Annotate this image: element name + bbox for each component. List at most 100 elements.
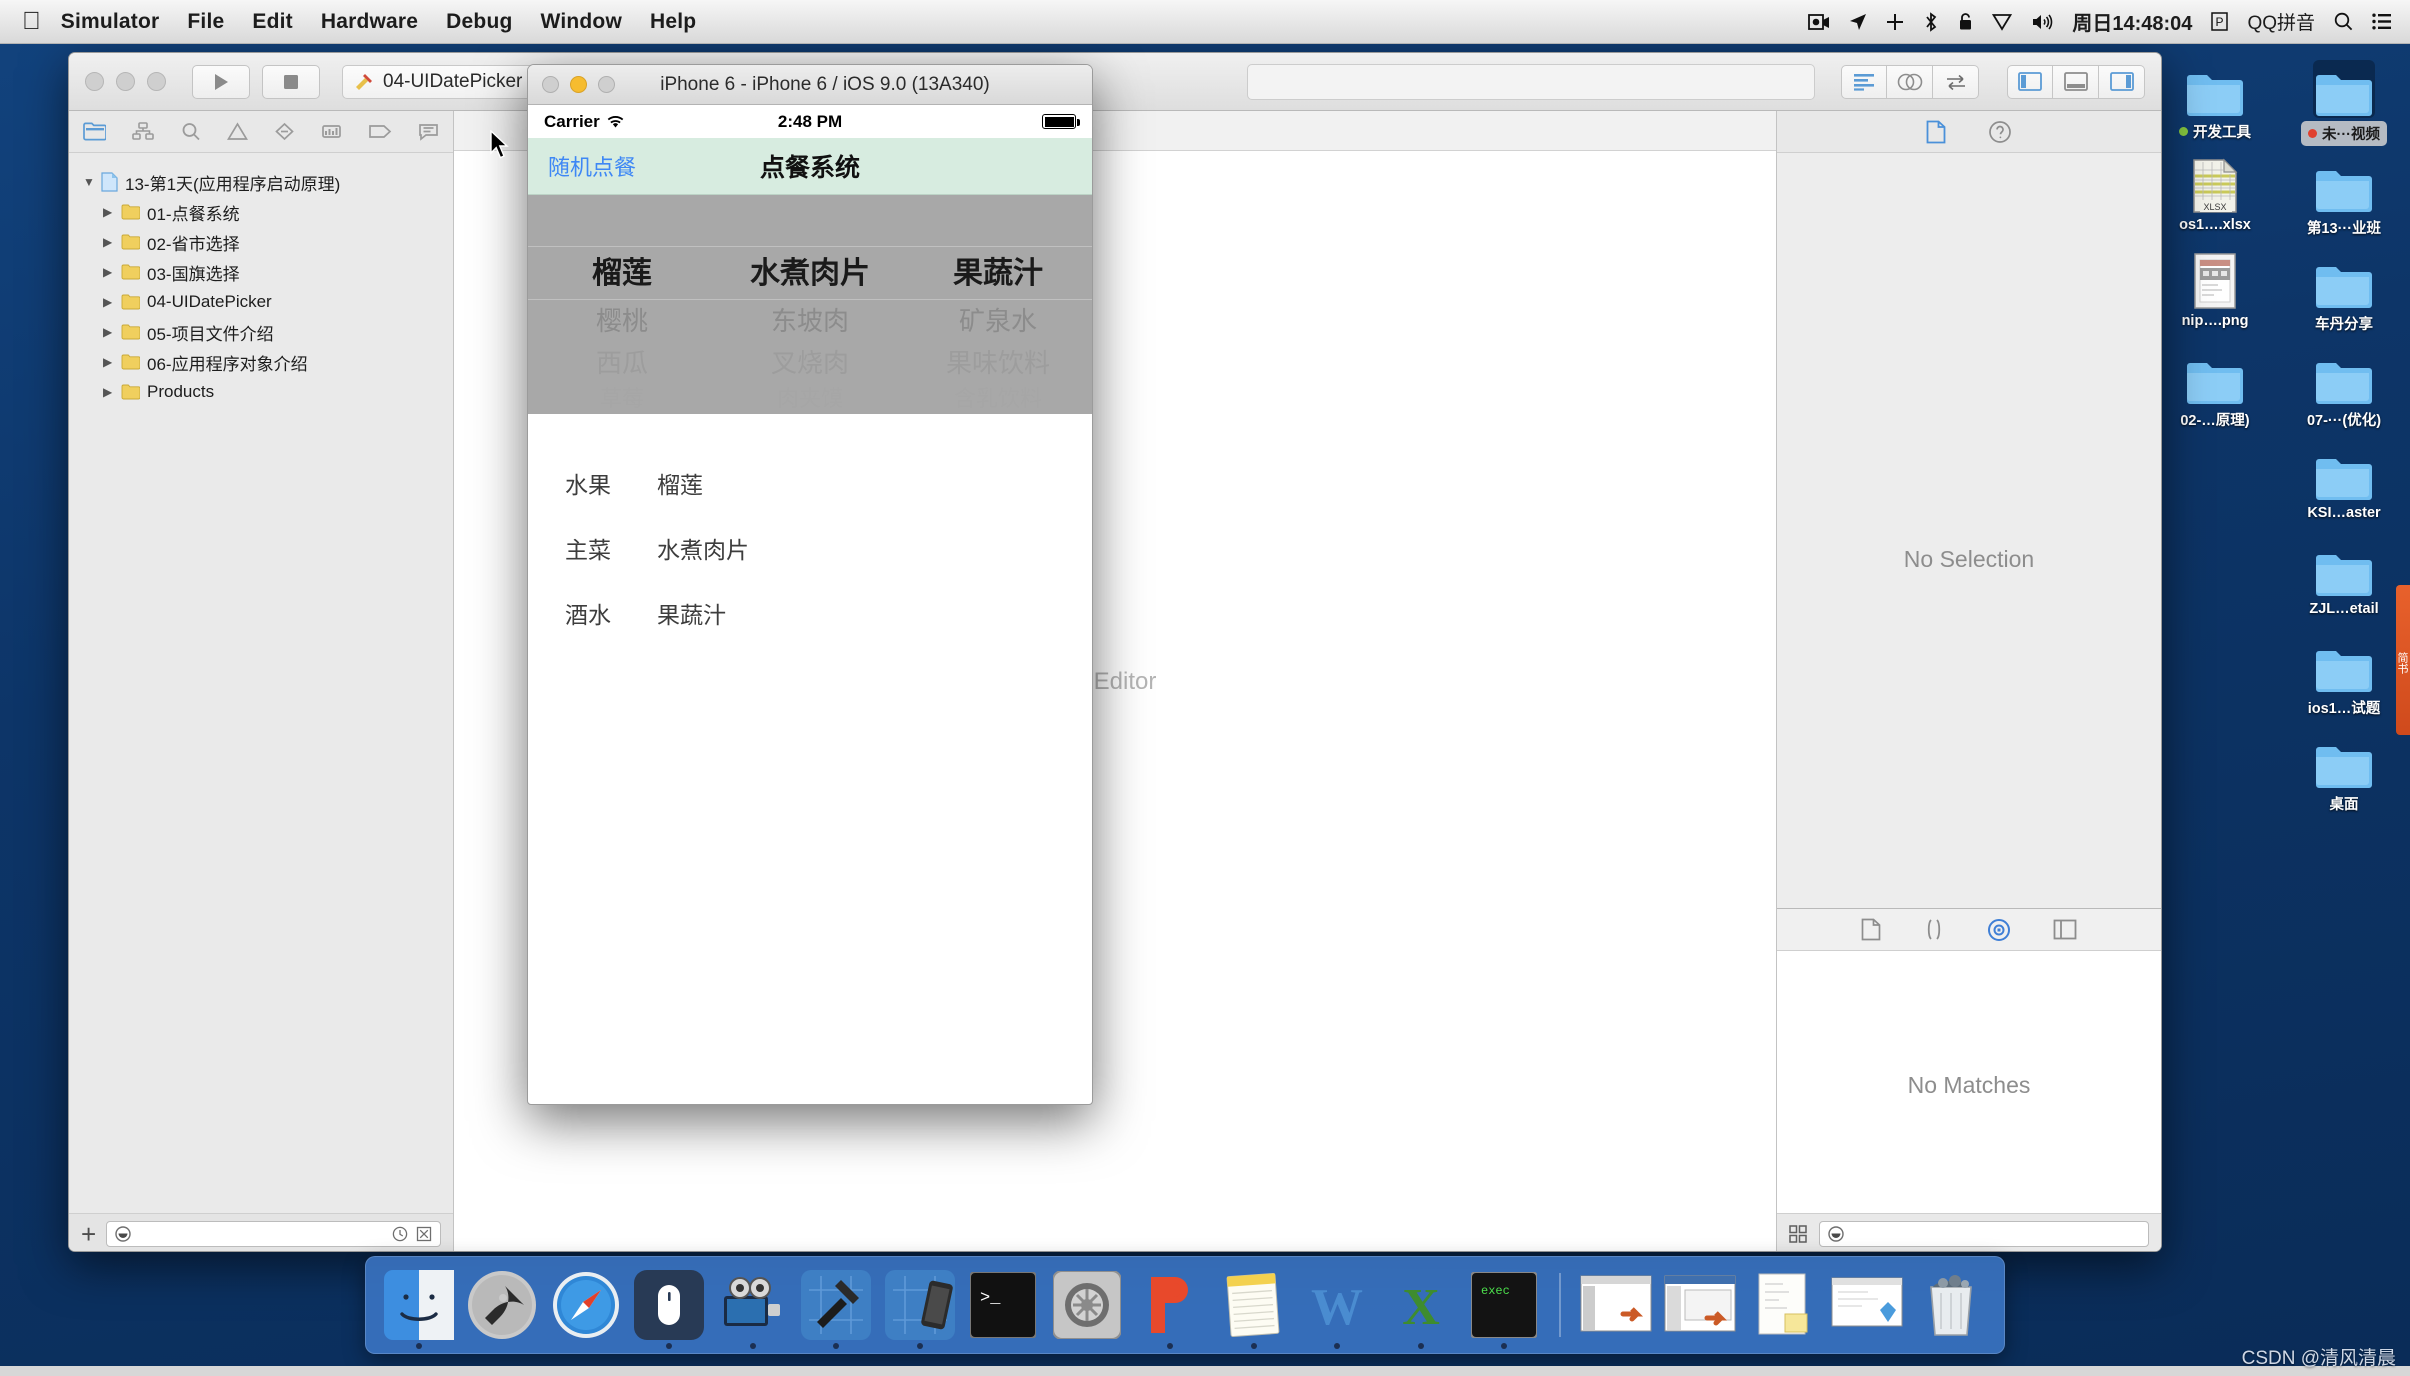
menu-item-file[interactable]: File xyxy=(187,10,224,34)
code-snippet-library-icon[interactable] xyxy=(1923,918,1945,941)
dock-item-quicktime[interactable] xyxy=(716,1266,790,1349)
file-inspector-icon[interactable] xyxy=(1926,120,1946,144)
dock-minimized-window[interactable] xyxy=(1663,1266,1737,1344)
dock-item-mouse-app[interactable] xyxy=(633,1266,707,1349)
tree-item-row[interactable]: ▶ 02-省市选择 xyxy=(69,227,453,257)
disclosure-triangle-icon[interactable]: ▶ xyxy=(103,235,119,249)
dock-item-simulator[interactable] xyxy=(883,1266,957,1349)
stop-button[interactable] xyxy=(262,64,320,99)
menu-item-debug[interactable]: Debug xyxy=(446,10,512,34)
dock-item-terminal[interactable]: >_ xyxy=(967,1266,1041,1344)
dock-item-xcode[interactable] xyxy=(800,1266,874,1349)
media-library-icon[interactable] xyxy=(2053,919,2077,940)
tree-item-row[interactable]: ▶ 01-点餐系统 xyxy=(69,197,453,227)
issue-navigator-icon[interactable] xyxy=(226,122,248,141)
source-control-filter-icon[interactable] xyxy=(416,1226,432,1242)
desktop-icon[interactable]: 第13···业班 xyxy=(2285,148,2403,244)
inspector-tab-bar[interactable] xyxy=(1777,111,2161,153)
run-button[interactable] xyxy=(192,64,250,99)
dock-minimized-window[interactable] xyxy=(1747,1266,1821,1344)
desktop-icon[interactable]: 02-…原理) xyxy=(2156,340,2274,436)
tree-item-row[interactable]: ▶ 05-项目文件介绍 xyxy=(69,317,453,347)
desktop-icon[interactable]: nip….png xyxy=(2156,244,2274,340)
dock-item-exec[interactable]: exec xyxy=(1468,1266,1542,1349)
tree-item-row[interactable]: ▶ 04-UIDatePicker xyxy=(69,287,453,317)
dock-item-trash[interactable] xyxy=(1914,1266,1988,1344)
window-traffic-lights[interactable] xyxy=(85,72,166,91)
menu-item-help[interactable]: Help xyxy=(650,10,696,34)
dock-minimized-window[interactable] xyxy=(1830,1266,1904,1344)
side-tab-widget[interactable]: 简书 xyxy=(2396,585,2410,735)
vpn-shield-icon[interactable] xyxy=(1992,13,2013,31)
search-icon[interactable] xyxy=(2334,12,2353,31)
dock-item-launchpad[interactable] xyxy=(466,1266,540,1344)
editor-mode-group[interactable] xyxy=(1841,64,1979,99)
simulator-minimize-button[interactable] xyxy=(570,76,587,93)
debug-navigator-icon[interactable] xyxy=(321,122,342,141)
bluetooth-icon[interactable] xyxy=(1923,11,1939,32)
standard-editor-button[interactable] xyxy=(1841,64,1887,99)
apple-logo-icon[interactable]:  xyxy=(22,9,41,34)
project-navigator-icon[interactable] xyxy=(83,122,106,141)
ime-badge-icon[interactable]: P xyxy=(2211,12,2229,31)
quick-help-icon[interactable] xyxy=(1988,120,2012,144)
library-filter-field[interactable] xyxy=(1819,1220,2149,1247)
tree-item-row[interactable]: ▶ 06-应用程序对象介绍 xyxy=(69,347,453,377)
volume-icon[interactable] xyxy=(2031,13,2053,31)
tree-item-row[interactable]: ▶ Products xyxy=(69,377,453,407)
location-icon[interactable] xyxy=(1849,13,1867,31)
grid-icon[interactable] xyxy=(1789,1224,1807,1243)
breakpoint-navigator-icon[interactable] xyxy=(368,122,392,141)
object-library-icon[interactable] xyxy=(1987,918,2011,942)
simulator-zoom-button[interactable] xyxy=(598,76,615,93)
dock-item-excel[interactable]: X xyxy=(1384,1266,1458,1349)
report-navigator-icon[interactable] xyxy=(418,122,439,141)
screen-recording-icon[interactable] xyxy=(1808,13,1830,31)
desktop-icon[interactable]: 桌面 xyxy=(2285,724,2403,820)
test-navigator-icon[interactable] xyxy=(274,122,295,141)
recent-files-icon[interactable] xyxy=(392,1226,408,1242)
desktop-icon[interactable]: ios1…试题 xyxy=(2285,628,2403,724)
assistant-editor-button[interactable] xyxy=(1887,64,1933,99)
ime-label[interactable]: QQ拼音 xyxy=(2247,8,2315,35)
menu-item-simulator[interactable]: Simulator xyxy=(61,10,160,34)
menu-item-hardware[interactable]: Hardware xyxy=(321,10,418,34)
disclosure-triangle-open-icon[interactable]: ▼ xyxy=(83,175,99,189)
simulator-close-button[interactable] xyxy=(542,76,559,93)
ui-picker-view[interactable]: 榴莲 水煮肉片 果蔬汁 樱桃 东坡肉 矿泉水 西瓜 叉烧肉 果味饮料 草莓 肉夹… xyxy=(528,195,1092,414)
dock-item-notes[interactable] xyxy=(1217,1266,1291,1349)
debug-toggle-button[interactable] xyxy=(2053,64,2099,99)
add-file-button[interactable]: + xyxy=(81,1221,96,1247)
panel-toggle-group[interactable] xyxy=(2007,64,2145,99)
tree-item-row[interactable]: ▶ 03-国旗选择 xyxy=(69,257,453,287)
find-navigator-icon[interactable] xyxy=(181,122,201,141)
desktop-icon[interactable]: XLSX os1….xlsx xyxy=(2156,148,2274,244)
close-button[interactable] xyxy=(85,72,104,91)
notification-center-icon[interactable] xyxy=(2372,13,2392,30)
dock-item-system-preferences[interactable] xyxy=(1050,1266,1124,1344)
disclosure-triangle-icon[interactable]: ▶ xyxy=(103,325,119,339)
dock-item-finder[interactable] xyxy=(382,1266,456,1349)
utilities-toggle-button[interactable] xyxy=(2099,64,2145,99)
tree-root-row[interactable]: ▼ 13-第1天(应用程序启动原理) xyxy=(69,167,453,197)
desktop-icon[interactable]: ZJL…etail xyxy=(2285,532,2403,628)
navigator-filter-field[interactable] xyxy=(106,1220,441,1247)
menu-bar-clock[interactable]: 周日14:48:04 xyxy=(2072,7,2192,36)
zoom-button[interactable] xyxy=(147,72,166,91)
disclosure-triangle-icon[interactable]: ▶ xyxy=(103,205,119,219)
version-editor-button[interactable] xyxy=(1933,64,1979,99)
random-order-button[interactable]: 随机点餐 xyxy=(548,150,636,182)
disclosure-triangle-icon[interactable]: ▶ xyxy=(103,385,119,399)
navigator-toggle-button[interactable] xyxy=(2007,64,2053,99)
library-tab-bar[interactable] xyxy=(1777,909,2161,951)
disclosure-triangle-icon[interactable]: ▶ xyxy=(103,265,119,279)
navigator-tab-bar[interactable] xyxy=(69,111,453,153)
menu-item-edit[interactable]: Edit xyxy=(252,10,292,34)
desktop-icon[interactable]: KSI…aster xyxy=(2285,436,2403,532)
dock-item-word[interactable]: W xyxy=(1301,1266,1375,1349)
minimize-button[interactable] xyxy=(116,72,135,91)
disclosure-triangle-icon[interactable]: ▶ xyxy=(103,355,119,369)
airplay-icon[interactable] xyxy=(1886,13,1904,31)
desktop-icon[interactable]: 07-···(优化) xyxy=(2285,340,2403,436)
desktop-icon[interactable]: 未···视频 xyxy=(2285,52,2403,148)
